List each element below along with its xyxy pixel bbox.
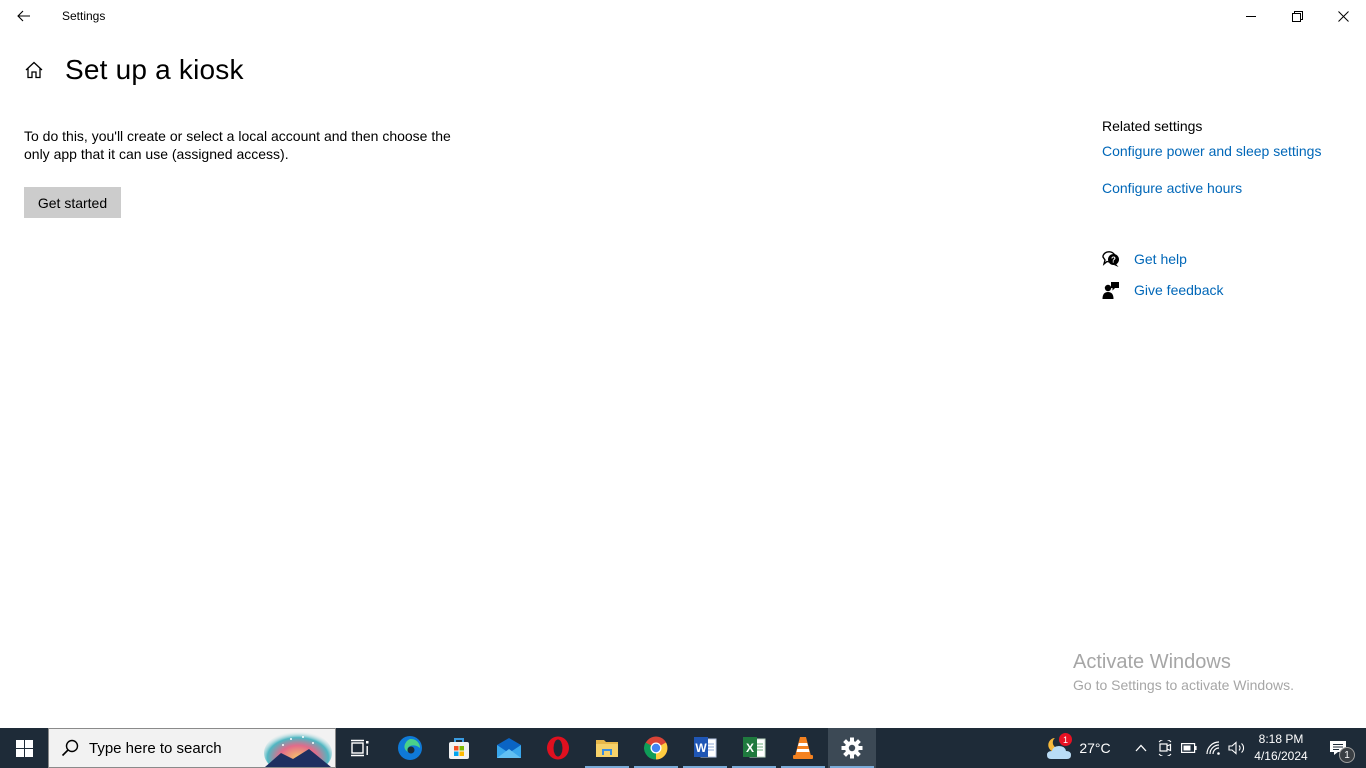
wifi-icon — [1206, 741, 1220, 755]
taskbar-settings[interactable] — [828, 728, 876, 768]
settings-gear-icon — [841, 737, 863, 759]
task-view-icon — [351, 739, 369, 757]
back-arrow-icon — [17, 10, 30, 22]
related-settings: Related settings Configure power and sle… — [1102, 118, 1321, 196]
minimize-button[interactable] — [1228, 0, 1274, 32]
configure-power-sleep-link[interactable]: Configure power and sleep settings — [1102, 143, 1321, 159]
get-started-button[interactable]: Get started — [24, 187, 121, 218]
taskbar-opera[interactable] — [534, 728, 582, 768]
search-highlight-art-icon — [264, 731, 332, 767]
windows-logo-icon — [15, 739, 33, 757]
opera-icon — [547, 736, 569, 760]
search-icon — [61, 739, 79, 757]
back-button[interactable] — [0, 0, 48, 32]
meet-now-tray[interactable] — [1154, 728, 1176, 768]
taskbar-mail[interactable] — [485, 728, 533, 768]
action-center-button[interactable]: 1 — [1318, 728, 1358, 768]
taskbar-word[interactable]: W — [681, 728, 729, 768]
camera-icon — [1158, 740, 1172, 756]
taskbar-file-explorer[interactable] — [583, 728, 631, 768]
watermark-title: Activate Windows — [1073, 651, 1231, 673]
page-header: Set up a kiosk — [24, 54, 244, 86]
weather-badge: 1 — [1059, 733, 1072, 746]
notifications-count-badge: 1 — [1339, 747, 1355, 763]
minimize-icon — [1246, 16, 1256, 17]
home-icon[interactable] — [24, 60, 44, 80]
vlc-icon — [793, 737, 813, 759]
taskbar-task-view[interactable] — [336, 728, 384, 768]
word-icon: W — [694, 737, 717, 758]
search-placeholder: Type here to search — [89, 739, 222, 757]
taskbar-edge[interactable] — [386, 728, 434, 768]
taskbar: Type here to search W X 1 27°C 8:18 PM 4… — [0, 728, 1366, 768]
close-button[interactable] — [1320, 0, 1366, 32]
taskbar-chrome[interactable] — [632, 728, 680, 768]
close-icon — [1337, 10, 1349, 22]
page-title: Set up a kiosk — [65, 54, 244, 85]
network-tray[interactable] — [1202, 728, 1226, 768]
svg-text:?: ? — [1111, 256, 1116, 265]
search-box[interactable]: Type here to search — [48, 728, 336, 768]
app-title: Settings — [62, 9, 106, 23]
clock-date: 4/16/2024 — [1254, 749, 1308, 763]
watermark-subtitle: Go to Settings to activate Windows. — [1073, 677, 1294, 693]
taskbar-store[interactable] — [435, 728, 483, 768]
get-help-link[interactable]: Get help — [1134, 251, 1187, 267]
title-bar: Settings — [0, 0, 1366, 32]
taskbar-excel[interactable]: X — [730, 728, 778, 768]
battery-icon — [1181, 743, 1197, 753]
weather-widget[interactable]: 1 — [1044, 728, 1076, 768]
settings-window: Settings Set up a kiosk To do this, you'… — [0, 0, 1366, 728]
page-description: To do this, you'll create or select a lo… — [24, 128, 451, 162]
give-feedback-row[interactable]: Give feedback — [1102, 281, 1224, 299]
related-settings-title: Related settings — [1102, 118, 1203, 134]
svg-text:W: W — [695, 741, 707, 755]
excel-icon: X — [743, 737, 766, 758]
get-help-row[interactable]: ? Get help — [1102, 250, 1187, 268]
edge-icon — [398, 736, 422, 760]
weather-temperature[interactable]: 27°C — [1078, 728, 1112, 768]
give-feedback-icon — [1102, 282, 1119, 299]
restore-icon — [1291, 10, 1303, 22]
volume-tray[interactable] — [1226, 728, 1248, 768]
chrome-icon — [644, 736, 668, 760]
taskbar-vlc[interactable] — [779, 728, 827, 768]
activate-windows-watermark: Activate Windows Go to Settings to activ… — [1073, 651, 1294, 696]
configure-active-hours-link[interactable]: Configure active hours — [1102, 180, 1321, 196]
temperature-text: 27°C — [1079, 740, 1111, 756]
show-hidden-icons-button[interactable] — [1130, 728, 1152, 768]
start-button[interactable] — [0, 728, 48, 768]
speaker-icon — [1228, 741, 1244, 755]
restore-button[interactable] — [1274, 0, 1320, 32]
microsoft-store-icon — [449, 738, 469, 759]
chevron-up-icon — [1135, 744, 1147, 752]
file-explorer-icon — [596, 740, 618, 757]
battery-tray[interactable] — [1178, 728, 1200, 768]
give-feedback-link[interactable]: Give feedback — [1134, 282, 1224, 298]
svg-text:X: X — [746, 741, 754, 755]
mail-icon — [497, 738, 521, 758]
clock-time: 8:18 PM — [1258, 732, 1304, 746]
get-help-icon: ? — [1102, 251, 1119, 267]
clock[interactable]: 8:18 PM 4/16/2024 — [1248, 731, 1314, 765]
